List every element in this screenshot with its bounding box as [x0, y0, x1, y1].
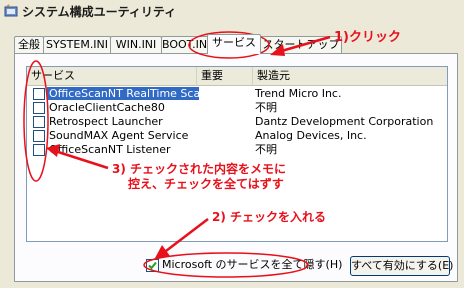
annotation-step2: 2) チェックを入れる — [212, 210, 327, 224]
service-row[interactable]: OracleClientCache80 不明 — [27, 101, 447, 114]
service-manufacturer: Analog Devices, Inc. — [255, 129, 367, 142]
tab-services[interactable]: サービス — [207, 34, 261, 54]
service-row[interactable]: OfficeScanNT Listener 不明 — [27, 143, 447, 156]
service-checkbox[interactable] — [33, 116, 45, 128]
column-header-manufacturer[interactable]: 製造元 — [253, 67, 447, 85]
service-manufacturer: Trend Micro Inc. — [255, 87, 342, 100]
tab-startup[interactable]: スタートアップ — [260, 36, 342, 53]
tab-general[interactable]: 全般 — [14, 36, 44, 53]
service-row[interactable]: OfficeScanNT RealTime Scan Trend Micro I… — [27, 87, 447, 100]
service-row[interactable]: SoundMAX Agent Service Analog Devices, I… — [27, 129, 447, 142]
column-header-essential[interactable]: 重要 — [197, 67, 253, 85]
tab-system-ini[interactable]: SYSTEM.INI — [43, 36, 111, 53]
service-manufacturer: 不明 — [255, 101, 277, 114]
column-header-service[interactable]: サービス — [27, 67, 197, 85]
service-checkbox[interactable] — [33, 144, 45, 156]
service-row[interactable]: Retrospect Launcher Dantz Development Co… — [27, 115, 447, 128]
service-checkbox[interactable] — [33, 130, 45, 142]
service-name: OracleClientCache80 — [49, 101, 165, 114]
system-config-app-icon — [4, 4, 18, 17]
list-header: サービス 重要 製造元 — [27, 67, 447, 86]
checkmark-icon — [148, 261, 157, 270]
service-name: SoundMAX Agent Service — [49, 129, 189, 142]
tab-win-ini[interactable]: WIN.INI — [110, 36, 162, 53]
hide-ms-services-label: Microsoft のサービスを全て隠す(H) — [162, 258, 343, 271]
enable-all-button[interactable]: すべて有効にする(E) — [350, 256, 453, 276]
service-manufacturer: 不明 — [255, 143, 277, 156]
system-config-window: システム構成ユーティリティ 全般 SYSTEM.INI WIN.INI BOOT… — [0, 0, 464, 288]
tab-boot-ini[interactable]: BOOT.INI — [161, 36, 209, 53]
window-title: システム構成ユーティリティ — [22, 5, 177, 19]
service-name: OfficeScanNT Listener — [49, 143, 171, 156]
title-bar: システム構成ユーティリティ — [0, 0, 464, 22]
service-name: OfficeScanNT RealTime Scan — [47, 87, 199, 100]
annotation-step3-line2: 控え、チェックを全てはずす — [128, 177, 284, 191]
service-manufacturer: Dantz Development Corporation — [255, 115, 434, 128]
service-name: Retrospect Launcher — [49, 115, 163, 128]
service-checkbox[interactable] — [33, 88, 45, 100]
hide-ms-services-checkbox[interactable] — [146, 259, 159, 272]
annotation-step1: 1)クリック — [334, 30, 401, 45]
annotation-step3-line1: 3) チェックされた内容をメモに — [112, 162, 287, 176]
service-checkbox[interactable] — [33, 102, 45, 114]
